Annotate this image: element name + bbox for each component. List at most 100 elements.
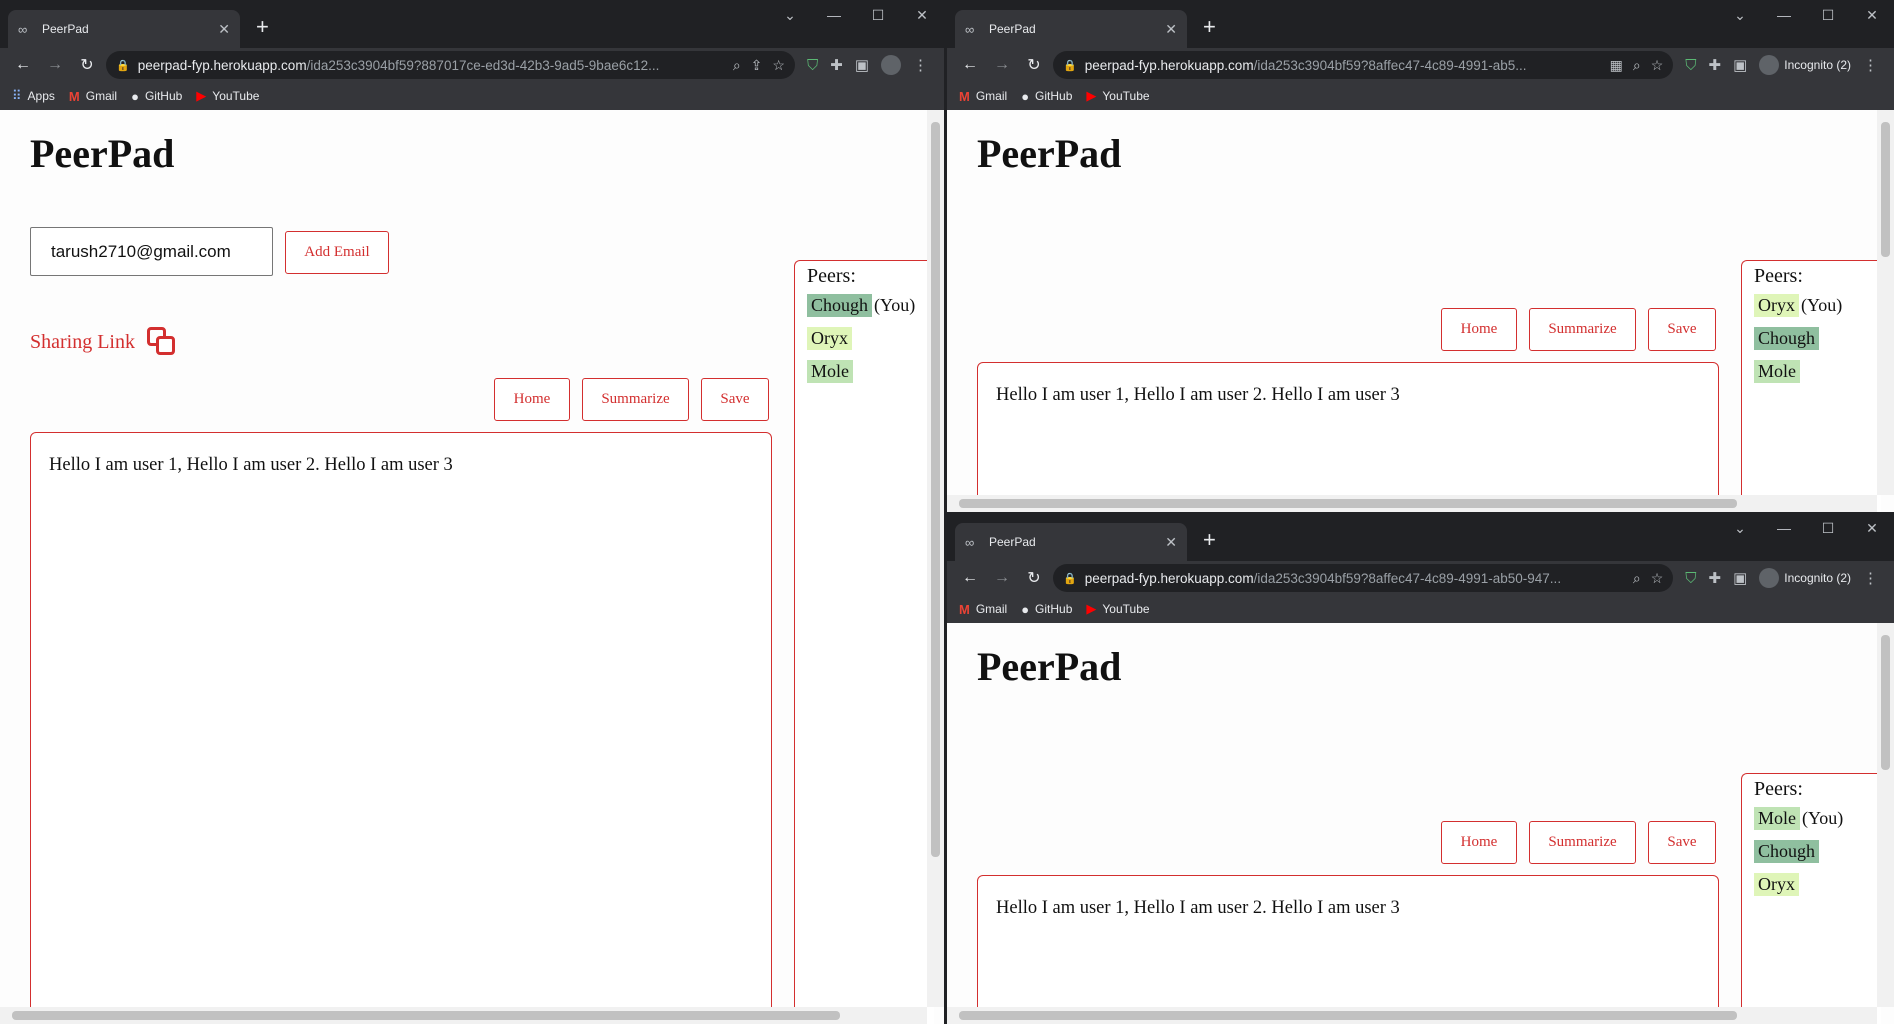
maximize-icon[interactable]: ☐ <box>1806 517 1850 539</box>
bookmark-label: YouTube <box>1102 89 1150 103</box>
horizontal-scrollbar[interactable] <box>947 495 1877 512</box>
scrollbar-thumb[interactable] <box>12 1011 840 1020</box>
scrollbar-thumb[interactable] <box>1881 635 1890 770</box>
avatar[interactable] <box>881 55 901 75</box>
scrollbar-thumb[interactable] <box>931 122 940 857</box>
add-email-button[interactable]: Add Email <box>285 231 389 274</box>
summarize-button[interactable]: Summarize <box>582 378 689 421</box>
chevron-down-icon[interactable]: ⌄ <box>1718 517 1762 539</box>
maximize-icon[interactable]: ☐ <box>856 4 900 26</box>
summarize-button[interactable]: Summarize <box>1529 821 1636 864</box>
horizontal-scrollbar[interactable] <box>947 1007 1877 1024</box>
forward-arrow-icon[interactable]: → <box>42 56 68 74</box>
bookmark-youtube[interactable]: ▶ YouTube <box>1086 88 1149 104</box>
summarize-button[interactable]: Summarize <box>1529 308 1636 351</box>
forward-arrow-icon[interactable]: → <box>989 56 1015 74</box>
copy-icon[interactable] <box>147 327 177 357</box>
star-icon[interactable]: ☆ <box>1651 570 1664 587</box>
back-arrow-icon[interactable]: ← <box>957 56 983 74</box>
bookmark-youtube[interactable]: ▶ YouTube <box>1086 601 1149 617</box>
reload-icon[interactable]: ↻ <box>1021 55 1047 75</box>
new-tab-button[interactable]: + <box>1203 527 1216 553</box>
bookmark-label: GitHub <box>1035 602 1073 616</box>
zoom-icon[interactable]: ⌕ <box>1633 57 1641 74</box>
tab-peerpad[interactable]: ∞ PeerPad ✕ <box>8 10 240 48</box>
bookmark-github[interactable]: ● GitHub <box>1021 89 1072 104</box>
editor-textarea[interactable]: Hello I am user 1, Hello I am user 2. He… <box>30 432 772 1024</box>
minimize-icon[interactable]: — <box>1762 4 1806 26</box>
vertical-scrollbar[interactable] <box>927 110 944 1007</box>
bookmark-gmail[interactable]: M Gmail <box>959 89 1007 104</box>
bookmark-github[interactable]: ● GitHub <box>1021 602 1072 617</box>
star-icon[interactable]: ☆ <box>1651 57 1664 74</box>
save-button[interactable]: Save <box>701 378 769 421</box>
vertical-scrollbar[interactable] <box>1877 623 1894 1007</box>
bookmark-gmail[interactable]: M Gmail <box>69 89 117 104</box>
menu-dots-icon[interactable]: ⋮ <box>1863 569 1878 587</box>
maximize-icon[interactable]: ☐ <box>1806 4 1850 26</box>
scrollbar-thumb[interactable] <box>959 1011 1737 1020</box>
tab-peerpad[interactable]: ∞ PeerPad ✕ <box>955 523 1187 561</box>
incognito-icon <box>1759 568 1780 588</box>
bookmark-apps[interactable]: ⠿ Apps <box>12 88 55 104</box>
forward-arrow-icon[interactable]: → <box>989 569 1015 587</box>
sidepanel-icon[interactable]: ▣ <box>1733 569 1747 587</box>
close-tab-icon[interactable]: ✕ <box>1165 534 1177 551</box>
new-tab-button[interactable]: + <box>256 14 269 40</box>
zoom-icon[interactable]: ⌕ <box>733 57 741 74</box>
address-bar[interactable]: 🔒 peerpad-fyp.herokuapp.com /ida253c3904… <box>106 51 795 79</box>
bookmark-github[interactable]: ● GitHub <box>131 89 182 104</box>
browser-window-top-right: ∞ PeerPad ✕ + ⌄ — ☐ ✕ ← → ↻ 🔒 peerpad-fy… <box>947 0 1894 512</box>
sharing-link[interactable]: Sharing Link <box>30 327 177 357</box>
peer-item: Chough <box>1754 840 1869 863</box>
shield-extension-icon[interactable]: ⛉ <box>1685 570 1696 587</box>
zoom-icon[interactable]: ⌕ <box>1633 570 1641 587</box>
shield-extension-icon[interactable]: ⛉ <box>1685 57 1696 74</box>
address-bar[interactable]: 🔒 peerpad-fyp.herokuapp.com /ida253c3904… <box>1053 51 1674 79</box>
close-icon[interactable]: ✕ <box>1850 517 1894 539</box>
close-icon[interactable]: ✕ <box>1850 4 1894 26</box>
editor-textarea[interactable]: Hello I am user 1, Hello I am user 2. He… <box>977 362 1719 512</box>
chevron-down-icon[interactable]: ⌄ <box>1718 4 1762 26</box>
tab-strip: ∞ PeerPad ✕ + ⌄ — ☐ ✕ <box>947 0 1894 48</box>
puzzle-extension-icon[interactable]: ✚ <box>830 56 843 74</box>
home-button[interactable]: Home <box>1441 308 1517 351</box>
qr-code-icon[interactable]: ▦ <box>1610 57 1623 74</box>
minimize-icon[interactable]: — <box>1762 517 1806 539</box>
back-arrow-icon[interactable]: ← <box>957 569 983 587</box>
share-icon[interactable]: ⇪ <box>751 57 763 74</box>
home-button[interactable]: Home <box>494 378 570 421</box>
scrollbar-thumb[interactable] <box>1881 122 1890 257</box>
incognito-profile[interactable]: Incognito (2) <box>1759 568 1851 588</box>
close-tab-icon[interactable]: ✕ <box>1165 21 1177 38</box>
scrollbar-thumb[interactable] <box>959 499 1737 508</box>
horizontal-scrollbar[interactable] <box>0 1007 927 1024</box>
editor-textarea[interactable]: Hello I am user 1, Hello I am user 2. He… <box>977 875 1719 1024</box>
puzzle-extension-icon[interactable]: ✚ <box>1709 569 1722 587</box>
address-bar[interactable]: 🔒 peerpad-fyp.herokuapp.com /ida253c3904… <box>1053 564 1674 592</box>
menu-dots-icon[interactable]: ⋮ <box>913 56 928 74</box>
incognito-profile[interactable]: Incognito (2) <box>1759 55 1851 75</box>
bookmark-gmail[interactable]: M Gmail <box>959 602 1007 617</box>
save-button[interactable]: Save <box>1648 308 1716 351</box>
close-tab-icon[interactable]: ✕ <box>218 21 230 38</box>
reload-icon[interactable]: ↻ <box>1021 568 1047 588</box>
reload-icon[interactable]: ↻ <box>74 55 100 75</box>
sidepanel-icon[interactable]: ▣ <box>855 56 869 74</box>
new-tab-button[interactable]: + <box>1203 14 1216 40</box>
sidepanel-icon[interactable]: ▣ <box>1733 56 1747 74</box>
save-button[interactable]: Save <box>1648 821 1716 864</box>
minimize-icon[interactable]: — <box>812 4 856 26</box>
close-icon[interactable]: ✕ <box>900 4 944 26</box>
home-button[interactable]: Home <box>1441 821 1517 864</box>
back-arrow-icon[interactable]: ← <box>10 56 36 74</box>
bookmark-youtube[interactable]: ▶ YouTube <box>196 88 259 104</box>
puzzle-extension-icon[interactable]: ✚ <box>1709 56 1722 74</box>
menu-dots-icon[interactable]: ⋮ <box>1863 56 1878 74</box>
tab-peerpad[interactable]: ∞ PeerPad ✕ <box>955 10 1187 48</box>
email-field[interactable]: tarush2710@gmail.com <box>30 227 273 276</box>
vertical-scrollbar[interactable] <box>1877 110 1894 495</box>
shield-extension-icon[interactable]: ⛉ <box>807 57 818 74</box>
chevron-down-icon[interactable]: ⌄ <box>768 4 812 26</box>
star-icon[interactable]: ☆ <box>772 57 785 74</box>
